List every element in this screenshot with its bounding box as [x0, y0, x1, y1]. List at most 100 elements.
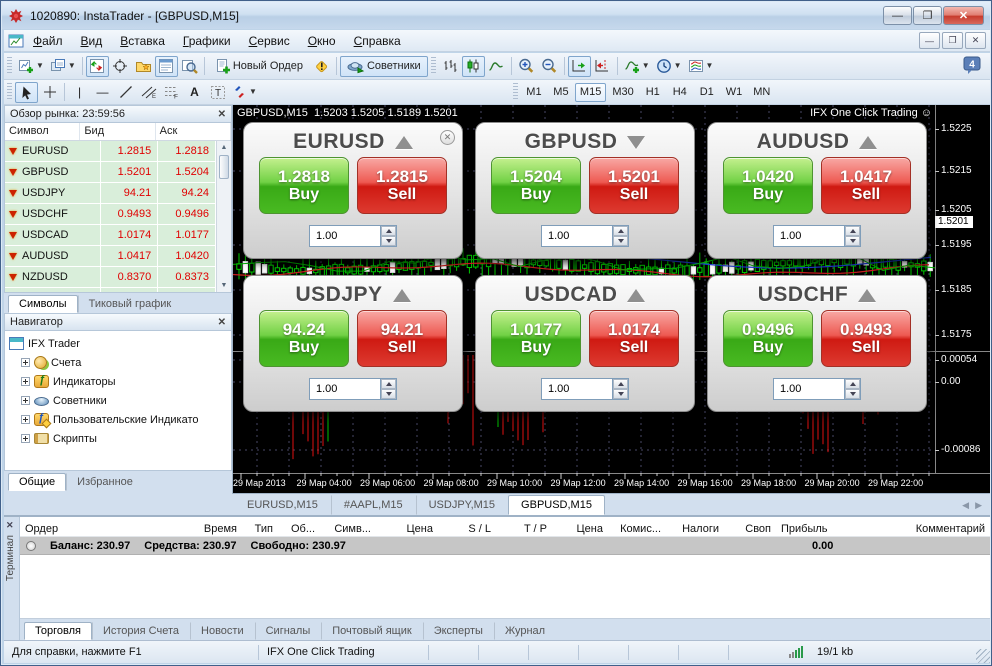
expand-icon[interactable] — [21, 377, 30, 386]
sell-button[interactable]: 1.0174Sell — [589, 310, 679, 367]
menu-item[interactable]: Вид — [72, 32, 112, 50]
indicators-button[interactable]: ▼ — [621, 56, 653, 77]
symbol-row[interactable]: EURJPY 120.75 120.78 — [5, 288, 216, 293]
scroll-down-icon[interactable]: ▼ — [217, 279, 231, 292]
navigator-close-icon[interactable]: ✕ — [218, 317, 226, 328]
menu-item[interactable]: Окно — [299, 32, 345, 50]
templates-button[interactable]: ▼ — [685, 56, 717, 77]
mdi-restore-button[interactable]: ❐ — [942, 32, 963, 49]
zoom-in-button[interactable] — [515, 56, 538, 77]
terminal-column-header[interactable]: Комис... — [608, 523, 666, 535]
scrollbar-thumb[interactable] — [219, 155, 229, 179]
navigator-tab[interactable]: Общие — [8, 473, 66, 491]
timeframe-button[interactable]: H4 — [667, 83, 693, 102]
mdi-minimize-button[interactable]: — — [919, 32, 940, 49]
market-watch-close-icon[interactable]: ✕ — [218, 109, 226, 120]
trendline-button[interactable] — [114, 82, 137, 103]
volume-down-icon[interactable] — [381, 389, 396, 399]
text-label-button[interactable]: T — [206, 82, 229, 103]
crosshair-tool-button[interactable] — [38, 82, 61, 103]
buy-button[interactable]: 1.0177Buy — [491, 310, 581, 367]
symbol-row[interactable]: USDJPY 94.21 94.24 — [5, 183, 216, 204]
volume-up-icon[interactable] — [381, 379, 396, 389]
fibonacci-button[interactable]: F — [160, 82, 183, 103]
market-watch-tab[interactable]: Тиковый график — [78, 295, 183, 313]
terminal-column-header[interactable]: Об... — [278, 523, 320, 535]
tab-scroll-left-icon[interactable]: ◀ — [962, 500, 969, 511]
terminal-column-header[interactable]: Прибыль — [776, 523, 848, 535]
sell-button[interactable]: 0.9493Sell — [821, 310, 911, 367]
vertical-line-button[interactable]: | — [68, 82, 91, 103]
equidistant-channel-button[interactable]: E — [137, 82, 160, 103]
market-watch-tab[interactable]: Символы — [8, 295, 78, 313]
connection-signal-icon[interactable] — [789, 646, 803, 658]
timeframe-button[interactable]: M15 — [575, 83, 606, 102]
time-axis[interactable]: 29 Мар 201329 Мар 04:0029 Мар 06:0029 Ма… — [233, 474, 935, 493]
sell-button[interactable]: 1.2815 Sell — [357, 157, 447, 214]
scroll-up-icon[interactable]: ▲ — [217, 141, 231, 154]
toolbar-grip[interactable] — [431, 57, 436, 75]
terminal-column-header[interactable]: T / P — [496, 523, 552, 535]
volume-input[interactable]: 1.00 — [773, 225, 861, 247]
balance-row[interactable]: Баланс: 230.97 Средства: 230.97 Свободно… — [20, 537, 990, 555]
timeframe-button[interactable]: H1 — [640, 83, 666, 102]
volume-up-icon[interactable] — [613, 379, 628, 389]
terminal-tab[interactable]: Журнал — [494, 622, 556, 640]
terminal-tab[interactable]: История Счета — [92, 622, 190, 640]
symbol-row[interactable]: AUDUSD 1.0417 1.0420 — [5, 246, 216, 267]
timeframe-button[interactable]: M30 — [607, 83, 638, 102]
bar-chart-button[interactable] — [439, 56, 462, 77]
restore-button[interactable]: ❐ — [913, 6, 942, 25]
candlestick-chart-button[interactable] — [462, 56, 485, 77]
volume-input[interactable]: 1.00 — [541, 378, 629, 400]
market-watch-scrollbar[interactable]: ▲ ▼ — [216, 141, 231, 292]
timeframe-button[interactable]: D1 — [694, 83, 720, 102]
market-watch-toggle[interactable] — [86, 56, 109, 77]
volume-up-icon[interactable] — [845, 226, 860, 236]
expand-icon[interactable] — [21, 415, 30, 424]
cursor-button[interactable] — [15, 82, 38, 103]
buy-button[interactable]: 94.24Buy — [259, 310, 349, 367]
symbol-row[interactable]: GBPUSD 1.5201 1.5204 — [5, 162, 216, 183]
notifications-button[interactable]: 4 — [963, 56, 982, 80]
chart-tab[interactable]: EURUSD,M15 — [234, 495, 331, 515]
volume-down-icon[interactable] — [613, 389, 628, 399]
buy-button[interactable]: 1.5204Buy — [491, 157, 581, 214]
volume-input[interactable]: 1.00 — [541, 225, 629, 247]
symbol-row[interactable]: NZDUSD 0.8370 0.8373 — [5, 267, 216, 288]
sell-button[interactable]: 1.0417Sell — [821, 157, 911, 214]
tree-item-experts[interactable]: Советники — [9, 391, 231, 410]
text-button[interactable]: A — [183, 82, 206, 103]
favorites-button[interactable] — [132, 56, 155, 77]
sell-button[interactable]: 94.21Sell — [357, 310, 447, 367]
new-order-button[interactable]: Новый Ордер — [208, 56, 310, 77]
periods-button[interactable]: ▼ — [653, 56, 685, 77]
buy-button[interactable]: 0.9496Buy — [723, 310, 813, 367]
strategy-tester-button[interactable] — [178, 56, 201, 77]
chart-tab[interactable]: GBPUSD,M15 — [508, 495, 605, 515]
tree-item-indicators[interactable]: Индикаторы — [9, 372, 231, 391]
expand-icon[interactable] — [21, 434, 30, 443]
terminal-column-header[interactable]: Комментарий — [848, 523, 990, 535]
buy-button[interactable]: 1.0420Buy — [723, 157, 813, 214]
terminal-tab[interactable]: Почтовый ящик — [321, 622, 422, 640]
tab-scroll-right-icon[interactable]: ▶ — [975, 500, 982, 511]
timeframe-button[interactable]: MN — [748, 83, 775, 102]
volume-down-icon[interactable] — [845, 236, 860, 246]
terminal-column-header[interactable]: Симв... — [320, 523, 376, 535]
tree-item-scripts[interactable]: Скрипты — [9, 429, 231, 448]
volume-input[interactable]: 1.00 — [309, 225, 397, 247]
tree-item-custom-indicators[interactable]: Пользовательские Индикато — [9, 410, 231, 429]
volume-down-icon[interactable] — [845, 389, 860, 399]
terminal-column-header[interactable]: S / L — [438, 523, 496, 535]
symbol-row[interactable]: USDCHF 0.9493 0.9496 — [5, 204, 216, 225]
tree-root[interactable]: IFX Trader — [9, 334, 231, 353]
zoom-out-button[interactable] — [538, 56, 561, 77]
column-header[interactable]: Бид — [80, 123, 155, 140]
price-axis[interactable]: 1.52251.52151.52051.51951.51851.5175 1.5… — [934, 105, 990, 473]
alert-button[interactable] — [310, 56, 333, 77]
timeframe-button[interactable]: M1 — [521, 83, 547, 102]
terminal-tab[interactable]: Новости — [190, 622, 255, 640]
volume-input[interactable]: 1.00 — [773, 378, 861, 400]
horizontal-line-button[interactable]: — — [91, 82, 114, 103]
